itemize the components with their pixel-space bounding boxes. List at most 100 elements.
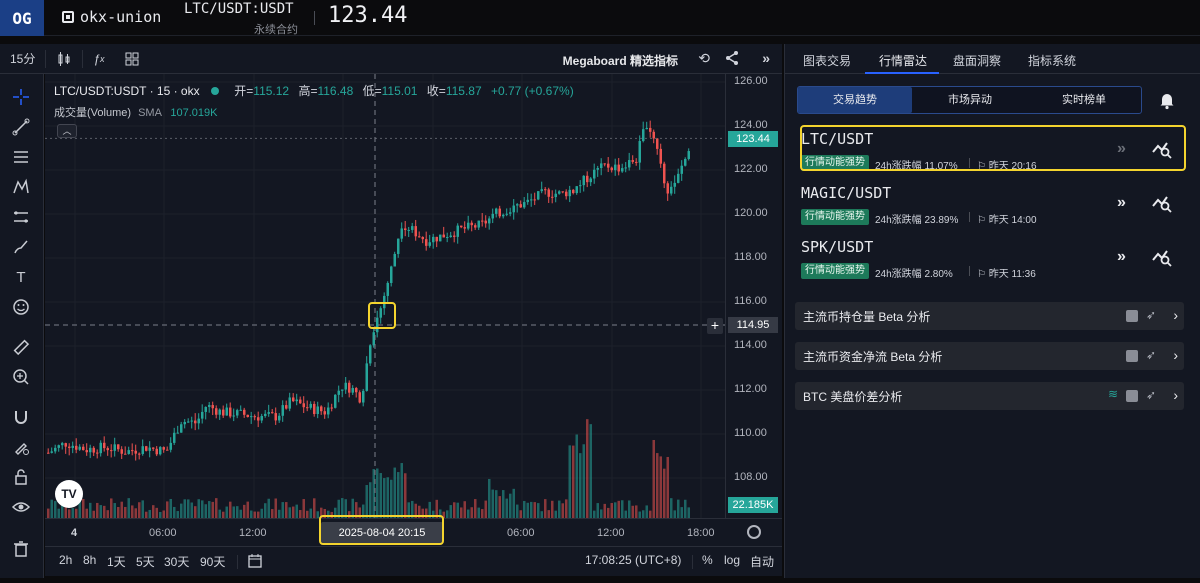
time-axis[interactable]: 4 06:00 12:00 06:00 12:00 18:00 2025-08-…	[45, 518, 782, 546]
volume-bar	[565, 499, 568, 518]
tradingview-logo[interactable]: TV	[55, 480, 83, 508]
settings-gear-icon[interactable]	[747, 525, 761, 539]
analysis-item[interactable]: BTC 美盘价差分析 ≋ ➶ ›	[795, 382, 1184, 410]
volume-bar	[533, 502, 536, 518]
tab-chart-trading[interactable]: 图表交易	[803, 52, 851, 69]
emoji-icon[interactable]	[8, 296, 34, 318]
chevron-right-icon[interactable]: ›	[1173, 347, 1178, 363]
lock-drawing-icon[interactable]	[8, 436, 34, 458]
share-icon[interactable]	[724, 50, 740, 69]
volume-bar	[656, 453, 659, 518]
candle-body	[302, 403, 305, 408]
volume-bar	[197, 499, 200, 518]
auto-scale-toggle[interactable]: 自动	[750, 553, 774, 570]
legend-symbol[interactable]: LTC/USDT:USDT · 15 · okx	[54, 84, 200, 98]
tab-indicator-system[interactable]: 指标系统	[1028, 52, 1076, 69]
brush-icon[interactable]	[8, 236, 34, 258]
volume-bar	[96, 502, 99, 518]
volume-bar	[432, 510, 435, 518]
candle-body	[498, 208, 501, 217]
pair-title[interactable]: LTC/USDT:USDT	[184, 1, 294, 17]
range-90d[interactable]: 90天	[200, 553, 225, 570]
double-chevron-icon[interactable]: »	[1117, 194, 1126, 212]
candle-type-icon[interactable]	[46, 44, 82, 74]
price-scale[interactable]: 126.00 124.00 122.00 120.00 118.00 116.0…	[725, 74, 782, 518]
indicators-icon[interactable]: ƒx	[83, 44, 114, 74]
candlestick-chart[interactable]	[45, 74, 725, 518]
chart-scan-icon[interactable]	[1151, 246, 1173, 268]
volume-bar	[390, 479, 393, 518]
segment-market-movers[interactable]: 市场异动	[913, 87, 1027, 113]
volume-label[interactable]: 成交量(Volume)	[54, 107, 131, 119]
magnet-icon[interactable]	[8, 406, 34, 428]
candle-body	[250, 416, 253, 418]
bell-icon[interactable]	[1157, 90, 1177, 110]
trend-line-icon[interactable]	[8, 116, 34, 138]
analysis-item[interactable]: 主流币资金净流 Beta 分析 ➶ ›	[795, 342, 1184, 370]
candle-body	[463, 227, 466, 229]
candle-body	[134, 450, 137, 454]
volume-bar	[260, 508, 263, 518]
volume-bar	[407, 502, 410, 518]
layout-grid-icon[interactable]	[115, 44, 149, 74]
chevron-right-icon[interactable]: ›	[1173, 387, 1178, 403]
trash-icon[interactable]	[8, 538, 34, 560]
replay-icon[interactable]: ⟲	[698, 50, 710, 67]
segment-trade-trend[interactable]: 交易趋势	[798, 87, 912, 113]
range-2h[interactable]: 2h	[59, 553, 72, 567]
tab-market-insight[interactable]: 盘面洞察	[953, 52, 1001, 69]
candle-body	[460, 225, 463, 228]
eye-icon[interactable]	[8, 496, 34, 518]
volume-bar	[201, 500, 204, 518]
clock[interactable]: 17:08:25 (UTC+8)	[585, 553, 681, 567]
candle-body	[512, 205, 515, 213]
chart-scan-icon[interactable]	[1151, 138, 1173, 160]
megaboard-button[interactable]: Megaboard 精选指标	[563, 52, 678, 69]
change-24h: 24h涨跌幅 11.07%	[875, 161, 958, 172]
pattern-icon[interactable]	[8, 176, 34, 198]
volume-bar	[579, 453, 582, 518]
log-toggle[interactable]: log	[724, 553, 740, 567]
app-logo[interactable]: OG	[0, 0, 44, 36]
candle-body	[484, 220, 487, 224]
candle-body	[631, 160, 634, 162]
volume-bar	[162, 510, 165, 518]
radar-item[interactable]: MAGIC/USDT 行情动能强势 24h涨跌幅 23.89% ⚐ 昨天 14:…	[801, 184, 1193, 232]
text-tool-icon[interactable]: T	[8, 266, 34, 288]
fib-lines-icon[interactable]	[8, 146, 34, 168]
range-1d[interactable]: 1天	[107, 553, 126, 570]
candle-body	[211, 405, 214, 409]
analysis-item[interactable]: 主流币持仓量 Beta 分析 ➶ ›	[795, 302, 1184, 330]
collapse-panel-icon[interactable]: »	[762, 50, 770, 66]
range-5d[interactable]: 5天	[136, 553, 155, 570]
candle-body	[57, 445, 60, 448]
candle-body	[670, 186, 673, 194]
price-chart[interactable]: LTC/USDT:USDT · 15 · okx 开=115.12 高=116.…	[45, 74, 725, 518]
zoom-in-icon[interactable]	[8, 366, 34, 388]
workspace-name[interactable]: okx-union	[62, 8, 161, 26]
double-chevron-icon[interactable]: »	[1117, 248, 1126, 266]
chart-scan-icon[interactable]	[1151, 192, 1173, 214]
segment-realtime-ranking[interactable]: 实时榜单	[1027, 87, 1141, 113]
chevron-right-icon[interactable]: ›	[1173, 307, 1178, 323]
percent-toggle[interactable]: %	[702, 553, 713, 567]
lock-icon[interactable]	[8, 466, 34, 488]
candle-body	[537, 191, 540, 200]
calendar-icon[interactable]	[247, 553, 263, 572]
radar-item[interactable]: SPK/USDT 行情动能强势 24h涨跌幅 2.80% ⚐ 昨天 11:36 …	[801, 238, 1193, 286]
add-alert-icon[interactable]: +	[707, 318, 723, 334]
candle-body	[687, 151, 690, 159]
interval-selector[interactable]: 15分	[0, 44, 45, 74]
volume-bar	[400, 463, 403, 518]
range-30d[interactable]: 30天	[164, 553, 189, 570]
tab-market-radar[interactable]: 行情雷达	[879, 52, 927, 69]
crosshair-icon[interactable]	[8, 86, 34, 108]
range-8h[interactable]: 8h	[83, 553, 96, 567]
collapse-legend-icon[interactable]: ︿	[57, 124, 77, 138]
volume-bar	[404, 473, 407, 518]
ruler-icon[interactable]	[8, 336, 34, 358]
measure-icon[interactable]	[8, 206, 34, 228]
double-chevron-icon[interactable]: »	[1117, 140, 1126, 158]
radar-item[interactable]: LTC/USDT 行情动能强势 24h涨跌幅 11.07% ⚐ 昨天 20:16…	[801, 130, 1193, 178]
candle-body	[92, 447, 95, 453]
